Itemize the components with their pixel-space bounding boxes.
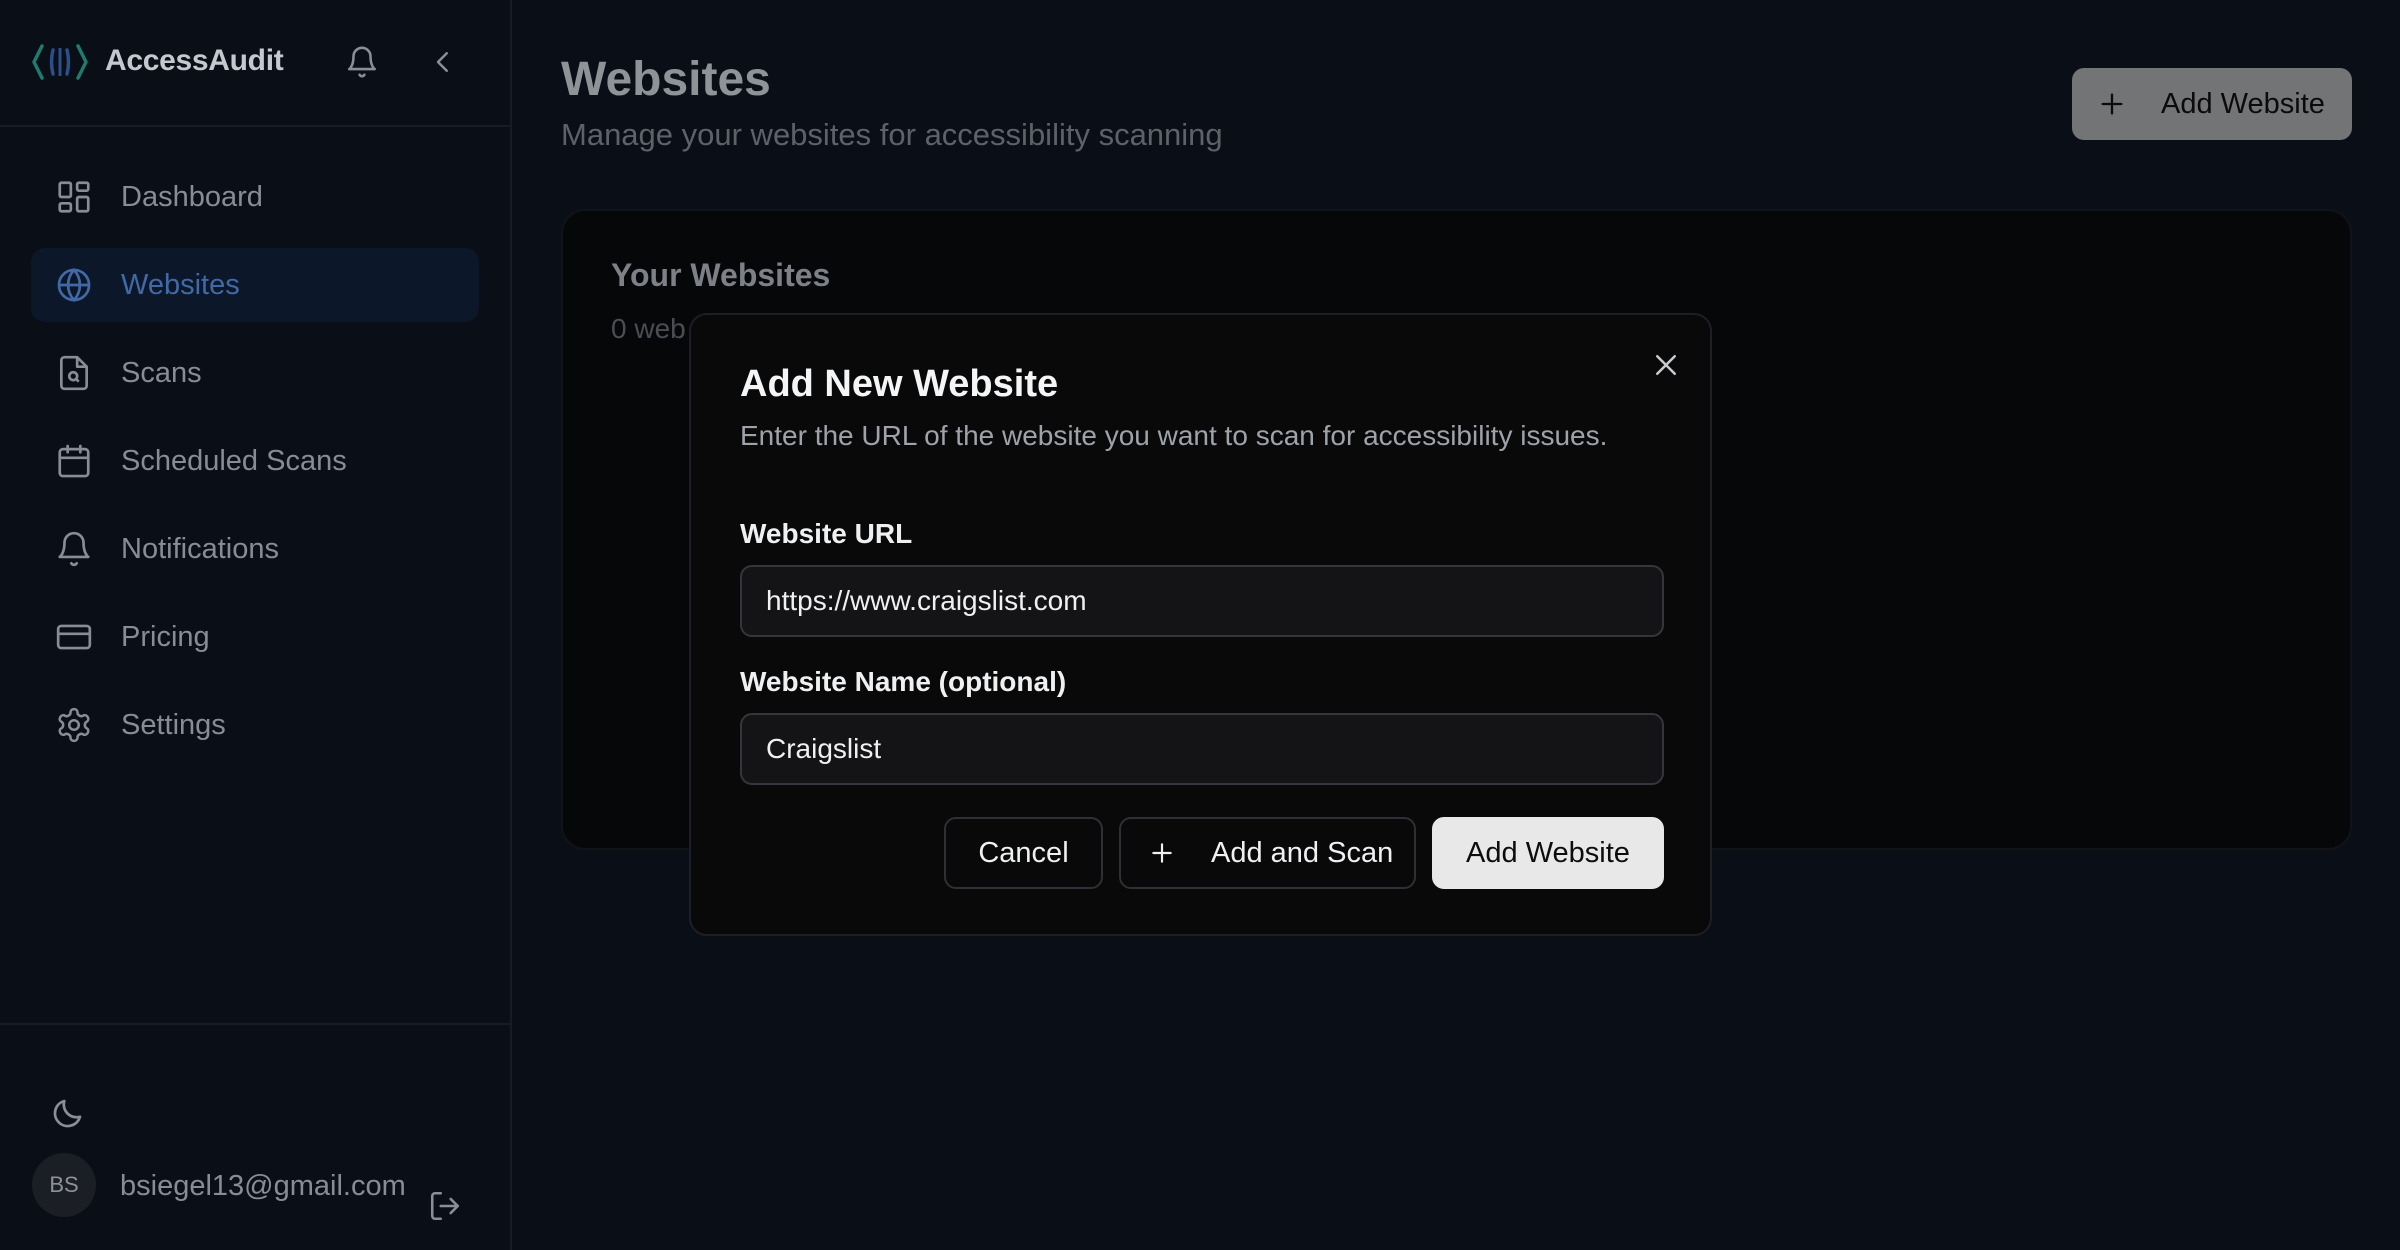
app-name: AccessAudit <box>105 44 284 77</box>
credit-card-icon <box>56 624 92 650</box>
bell-icon[interactable] <box>345 45 379 79</box>
sidebar-item-scans[interactable]: Scans <box>31 336 479 410</box>
calendar-icon <box>58 444 90 478</box>
file-search-icon <box>59 355 89 391</box>
sidebar-item-scheduled-scans[interactable]: Scheduled Scans <box>31 424 479 498</box>
sidebar: AccessAudit Dashboard Websites Scans Sch… <box>0 0 512 1250</box>
globe-icon <box>57 267 91 303</box>
dialog-description: Enter the URL of the website you want to… <box>740 420 1608 451</box>
website-name-input[interactable] <box>740 713 1664 785</box>
avatar: BS <box>32 1153 96 1217</box>
sidebar-item-label: Scans <box>121 356 202 389</box>
dialog-title: Add New Website <box>740 363 1059 405</box>
logout-icon[interactable] <box>428 1189 462 1223</box>
website-url-input[interactable] <box>740 565 1664 637</box>
website-url-label: Website URL <box>740 518 913 549</box>
moon-icon[interactable] <box>50 1095 86 1131</box>
sidebar-footer: BS bsiegel13@gmail.com <box>0 1023 510 1250</box>
gear-icon <box>58 707 90 743</box>
plus-icon <box>1152 843 1172 863</box>
brand-header: AccessAudit <box>0 0 510 127</box>
sidebar-item-dashboard[interactable]: Dashboard <box>31 160 479 234</box>
cancel-button[interactable]: Cancel <box>944 817 1103 889</box>
add-website-button[interactable]: Add Website <box>2072 68 2352 140</box>
add-and-scan-button[interactable]: Add and Scan <box>1119 817 1416 889</box>
sidebar-item-settings[interactable]: Settings <box>31 688 479 762</box>
page-subtitle: Manage your websites for accessibility s… <box>561 117 1223 152</box>
sidebar-item-label: Notifications <box>121 532 279 565</box>
page-title: Websites <box>561 53 771 106</box>
sidebar-item-label: Pricing <box>121 620 210 653</box>
sidebar-item-websites[interactable]: Websites <box>31 248 479 322</box>
sidebar-item-pricing[interactable]: Pricing <box>31 600 479 674</box>
add-website-dialog: Add New Website Enter the URL of the web… <box>689 313 1712 936</box>
code-logo-icon <box>32 44 88 80</box>
card-title: Your Websites <box>611 257 831 293</box>
sidebar-item-notifications[interactable]: Notifications <box>31 512 479 586</box>
chevron-left-icon[interactable] <box>428 45 458 79</box>
website-name-label: Website Name (optional) <box>740 666 1067 697</box>
add-and-scan-label: Add and Scan <box>1211 836 1394 869</box>
plus-icon <box>2101 93 2123 115</box>
dashboard-icon <box>58 181 90 213</box>
card-subtitle: 0 web <box>611 313 686 344</box>
add-website-label: Add Website <box>2161 87 2325 120</box>
sidebar-item-label: Scheduled Scans <box>121 444 347 477</box>
sidebar-item-label: Dashboard <box>121 180 263 213</box>
add-website-submit-button[interactable]: Add Website <box>1432 817 1664 889</box>
close-icon[interactable] <box>1651 350 1681 380</box>
user-email: bsiegel13@gmail.com <box>120 1170 406 1202</box>
sidebar-item-label: Settings <box>121 708 226 741</box>
bell-icon <box>58 531 90 567</box>
sidebar-item-label: Websites <box>121 268 240 301</box>
sidebar-nav: Dashboard Websites Scans Scheduled Scans… <box>31 160 479 776</box>
